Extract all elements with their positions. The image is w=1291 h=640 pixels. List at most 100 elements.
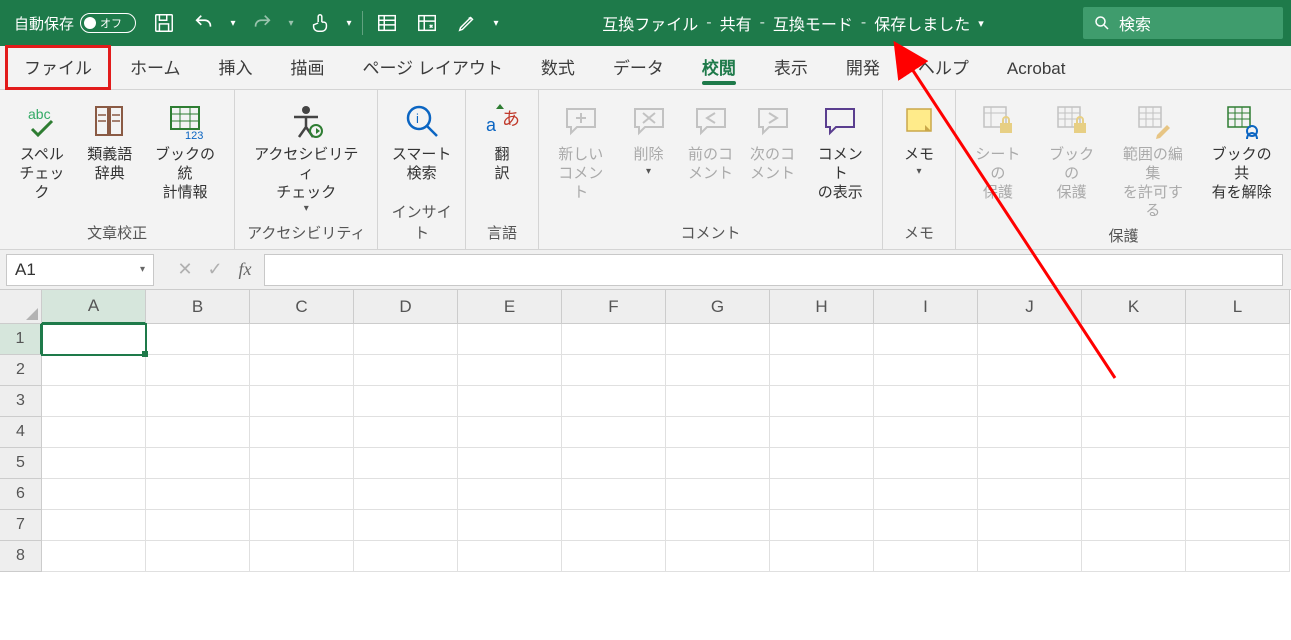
cell[interactable]	[42, 417, 146, 448]
cell[interactable]	[42, 386, 146, 417]
cell[interactable]	[1186, 479, 1290, 510]
cell[interactable]	[250, 324, 354, 355]
tab-data[interactable]: データ	[595, 46, 682, 89]
share-status[interactable]: 共有	[720, 11, 752, 35]
cell[interactable]	[1082, 417, 1186, 448]
cell[interactable]	[1082, 510, 1186, 541]
cell[interactable]	[354, 355, 458, 386]
cell[interactable]	[562, 448, 666, 479]
cell[interactable]	[250, 510, 354, 541]
cell[interactable]	[458, 417, 562, 448]
cell[interactable]	[458, 448, 562, 479]
accessibility-check-button[interactable]: アクセシビリティ チェック ▾	[241, 94, 371, 214]
cell[interactable]	[146, 510, 250, 541]
spelling-button[interactable]: abc スペル チェック	[6, 94, 78, 202]
cell[interactable]	[666, 386, 770, 417]
column-header[interactable]: I	[874, 290, 978, 324]
cell[interactable]	[562, 510, 666, 541]
cell[interactable]	[42, 510, 146, 541]
cell[interactable]	[666, 541, 770, 572]
cell[interactable]	[42, 355, 146, 386]
tab-acrobat[interactable]: Acrobat	[989, 51, 1084, 89]
cell[interactable]	[146, 386, 250, 417]
qat-customize-dropdown[interactable]: ▾	[489, 18, 503, 29]
cell[interactable]	[874, 541, 978, 572]
tab-help[interactable]: ヘルプ	[900, 46, 987, 89]
cell[interactable]	[770, 324, 874, 355]
translate-button[interactable]: aあ 翻 訳	[472, 94, 532, 184]
cell[interactable]	[562, 479, 666, 510]
cell[interactable]	[978, 386, 1082, 417]
cell[interactable]	[978, 324, 1082, 355]
cell[interactable]	[978, 479, 1082, 510]
cell[interactable]	[770, 448, 874, 479]
column-header[interactable]: K	[1082, 290, 1186, 324]
cell[interactable]	[458, 355, 562, 386]
tab-home[interactable]: ホーム	[112, 46, 199, 89]
cell[interactable]	[146, 355, 250, 386]
cell[interactable]	[250, 386, 354, 417]
cell[interactable]	[1082, 324, 1186, 355]
tab-formulas[interactable]: 数式	[523, 46, 593, 89]
thesaurus-button[interactable]: 類義語 辞典	[80, 94, 140, 184]
cell[interactable]	[978, 448, 1082, 479]
smart-lookup-button[interactable]: i スマート 検索	[386, 94, 458, 184]
ink-button[interactable]	[449, 5, 485, 41]
cell[interactable]	[1186, 355, 1290, 386]
name-box[interactable]: A1 ▾	[6, 254, 154, 286]
cell[interactable]	[250, 448, 354, 479]
cell[interactable]	[1186, 386, 1290, 417]
cell[interactable]	[874, 324, 978, 355]
cell[interactable]	[250, 417, 354, 448]
touch-mode-button[interactable]	[302, 5, 338, 41]
insert-function-button[interactable]: fx	[230, 259, 260, 280]
cell[interactable]	[770, 479, 874, 510]
cell[interactable]	[666, 355, 770, 386]
cell[interactable]	[1186, 324, 1290, 355]
cell[interactable]	[250, 355, 354, 386]
column-header[interactable]: B	[146, 290, 250, 324]
column-header[interactable]: D	[354, 290, 458, 324]
cell[interactable]	[146, 479, 250, 510]
cell[interactable]	[562, 386, 666, 417]
cell[interactable]	[874, 479, 978, 510]
cell[interactable]	[562, 324, 666, 355]
cell[interactable]	[458, 324, 562, 355]
cell[interactable]	[42, 448, 146, 479]
notes-button[interactable]: メモ ▾	[889, 94, 949, 177]
cell[interactable]	[874, 448, 978, 479]
redo-button[interactable]	[244, 5, 280, 41]
cell[interactable]	[458, 386, 562, 417]
column-header[interactable]: A	[42, 290, 146, 324]
tab-review[interactable]: 校閲	[684, 46, 754, 89]
cell[interactable]	[874, 510, 978, 541]
cell[interactable]	[354, 541, 458, 572]
column-header[interactable]: H	[770, 290, 874, 324]
cell[interactable]	[562, 541, 666, 572]
cell[interactable]	[1082, 541, 1186, 572]
cell[interactable]	[874, 355, 978, 386]
cell[interactable]	[874, 386, 978, 417]
cell[interactable]	[978, 355, 1082, 386]
cell[interactable]	[146, 541, 250, 572]
cell[interactable]	[458, 541, 562, 572]
cell[interactable]	[770, 417, 874, 448]
unshare-workbook-button[interactable]: ブックの共 有を解除	[1198, 94, 1285, 202]
cell[interactable]	[1186, 510, 1290, 541]
pivot-button[interactable]	[409, 5, 445, 41]
cell[interactable]	[978, 510, 1082, 541]
tab-file[interactable]: ファイル	[6, 46, 110, 89]
redo-dropdown[interactable]: ▾	[284, 18, 298, 29]
cell[interactable]	[1186, 448, 1290, 479]
row-header[interactable]: 3	[0, 386, 42, 417]
cell[interactable]	[250, 479, 354, 510]
cell[interactable]	[354, 510, 458, 541]
cell[interactable]	[354, 324, 458, 355]
column-header[interactable]: L	[1186, 290, 1290, 324]
row-header[interactable]: 7	[0, 510, 42, 541]
cell[interactable]	[666, 448, 770, 479]
cell[interactable]	[1186, 541, 1290, 572]
column-header[interactable]: F	[562, 290, 666, 324]
cell[interactable]	[562, 355, 666, 386]
row-header[interactable]: 4	[0, 417, 42, 448]
